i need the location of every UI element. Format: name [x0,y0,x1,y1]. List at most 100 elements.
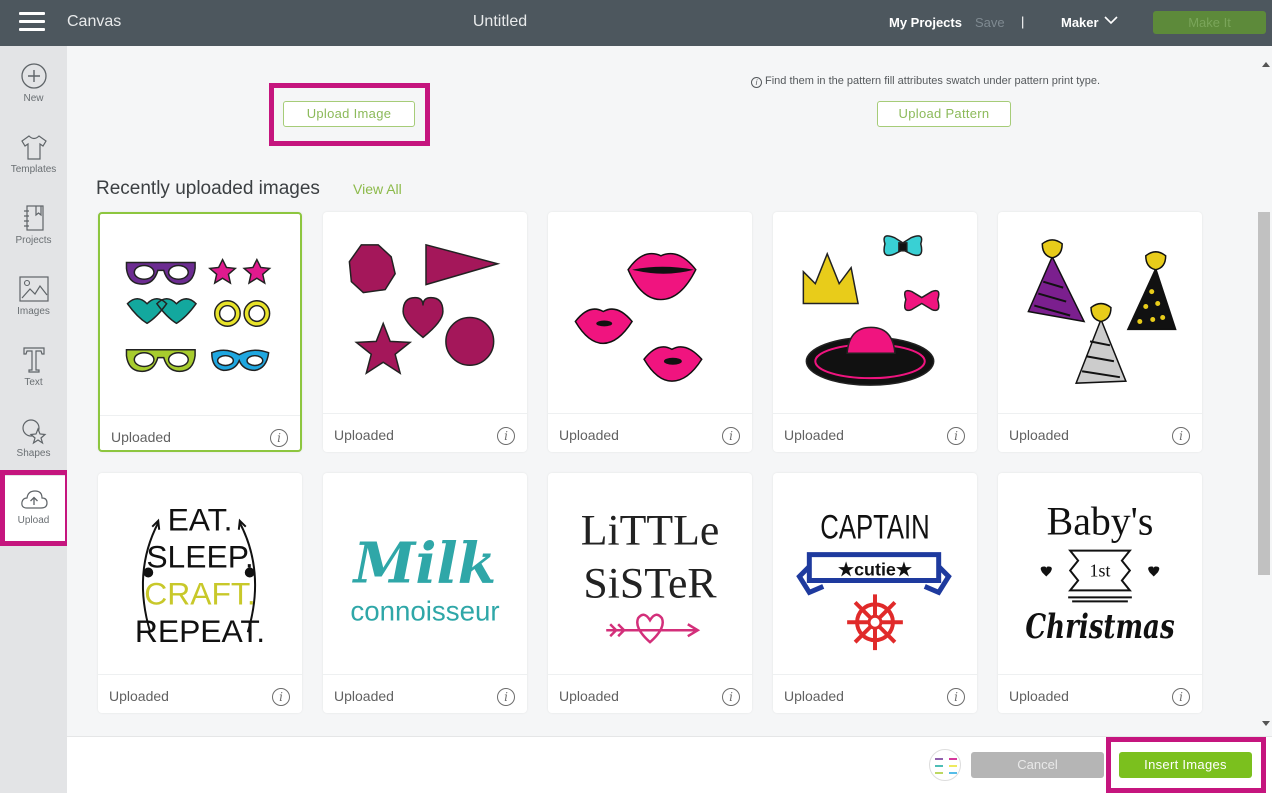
card-thumbnail: Baby's 1st Christmas [998,473,1202,675]
scroll-down-arrow-icon[interactable] [1262,721,1270,726]
tshirt-icon [20,135,47,160]
shapes-icon [21,419,46,445]
cancel-button[interactable]: Cancel [971,752,1104,778]
svg-text:REPEAT.: REPEAT. [135,613,265,649]
image-card[interactable]: Uploaded i [773,212,977,452]
babys-first-christmas-image: Baby's 1st Christmas [1025,500,1174,646]
pattern-note: i Find them in the pattern fill attribute… [751,75,1100,88]
insert-images-button[interactable]: Insert Images [1119,752,1252,778]
image-card[interactable]: Uploaded i [548,212,752,452]
card-caption: Uploaded [1009,688,1069,704]
make-it-button[interactable]: Make It [1153,11,1266,34]
notebook-icon [23,205,44,231]
plus-circle-icon [20,63,47,89]
svg-text:★cutie★: ★cutie★ [838,559,913,579]
card-thumbnail [998,212,1202,414]
info-icon[interactable]: i [270,429,288,447]
card-thumbnail: CAPTAIN ★cutie★ [773,473,977,675]
card-caption: Uploaded [111,429,171,445]
sidebar-item-text[interactable]: Text [0,346,67,412]
document-title[interactable]: Untitled [0,13,1000,31]
card-caption: Uploaded [109,688,169,704]
svg-text:CRAFT.: CRAFT. [144,575,255,611]
my-projects-link[interactable]: My Projects [889,15,962,30]
lips-image [574,252,703,382]
eat-sleep-craft-repeat-image: EAT. SLEEP. CRAFT. REPEAT. [135,502,265,649]
scrollbar-thumb[interactable] [1258,212,1270,575]
info-icon[interactable]: i [1172,427,1190,445]
chevron-down-icon[interactable] [1104,15,1118,25]
machine-select[interactable]: Maker [1061,15,1099,30]
svg-text:SLEEP.: SLEEP. [146,539,253,575]
card-caption: Uploaded [784,688,844,704]
svg-text:1st: 1st [1090,560,1111,580]
sidebar-item-projects[interactable]: Projects [0,204,67,270]
card-caption: Uploaded [559,427,619,443]
upload-panel: Upload Image i Find them in the pattern f… [67,46,1257,736]
sidebar-item-label: Text [24,377,43,388]
info-icon[interactable]: i [497,427,515,445]
image-card[interactable]: Baby's 1st Christmas Uploaded i [998,473,1202,713]
sidebar-item-label: Images [17,306,50,317]
view-all-link[interactable]: View All [353,181,402,197]
info-icon[interactable]: i [722,427,740,445]
svg-text:EAT.: EAT. [168,502,233,538]
svg-text:Milk: Milk [352,531,497,596]
top-bar: Canvas Untitled My Projects Save | Maker… [0,0,1272,46]
sidebar-item-label: New [23,93,44,104]
sidebar-item-new[interactable]: New [0,62,67,128]
card-thumbnail [100,214,300,416]
sidebar-item-images[interactable]: Images [0,275,67,341]
svg-text:LiTTLe: LiTTLe [581,507,720,555]
crown-bows-hat-image [802,235,940,386]
glasses-image [125,257,272,373]
card-thumbnail [773,212,977,414]
info-icon[interactable]: i [947,427,965,445]
image-card[interactable]: Uploaded i [323,212,527,452]
little-sister-image: LiTTLe SiSTeR [581,507,720,644]
card-caption: Uploaded [334,688,394,704]
divider: | [1021,14,1025,29]
shapes-image [348,243,501,375]
save-link[interactable]: Save [975,15,1005,30]
info-icon[interactable]: i [272,688,290,706]
svg-text:CAPTAIN: CAPTAIN [820,509,929,547]
scroll-up-arrow-icon[interactable] [1262,62,1270,67]
card-thumbnail [323,212,527,414]
selected-image-thumbnail [929,749,961,781]
upload-image-button[interactable]: Upload Image [283,101,415,127]
image-card[interactable]: Uploaded i [98,212,302,452]
card-caption: Uploaded [1009,427,1069,443]
upload-highlight-annotation [0,470,70,546]
upload-pattern-button[interactable]: Upload Pattern [877,101,1011,127]
milk-connoisseur-image: Milk connoisseur [350,531,499,626]
image-card[interactable]: EAT. SLEEP. CRAFT. REPEAT. Uploaded i [98,473,302,713]
image-card[interactable]: Milk connoisseur Uploaded i [323,473,527,713]
svg-text:Baby's: Baby's [1047,500,1154,544]
card-thumbnail: LiTTLe SiSTeR [548,473,752,675]
svg-text:connoisseur: connoisseur [350,595,499,626]
captain-cutie-image: CAPTAIN ★cutie★ [796,509,952,651]
sidebar-item-templates[interactable]: Templates [0,133,67,199]
card-caption: Uploaded [784,427,844,443]
sidebar-item-label: Templates [10,164,57,175]
info-icon: i [751,77,762,88]
image-card[interactable]: Uploaded i [998,212,1202,452]
card-caption: Uploaded [559,688,619,704]
party-hats-image [1027,239,1177,384]
image-icon [18,276,49,302]
card-thumbnail [548,212,752,414]
pattern-note-text: Find them in the pattern fill attributes… [765,75,1101,87]
info-icon[interactable]: i [722,688,740,706]
section-title: Recently uploaded images [96,178,320,199]
image-card[interactable]: LiTTLe SiSTeR Uploaded i [548,473,752,713]
text-t-icon [22,347,45,373]
info-icon[interactable]: i [947,688,965,706]
info-icon[interactable]: i [1172,688,1190,706]
sidebar-item-label: Shapes [16,448,51,459]
svg-text:Christmas: Christmas [1025,606,1174,646]
info-icon[interactable]: i [497,688,515,706]
card-thumbnail: Milk connoisseur [323,473,527,675]
image-card[interactable]: CAPTAIN ★cutie★ Uploaded i [773,473,977,713]
svg-text:SiSTeR: SiSTeR [583,559,717,607]
